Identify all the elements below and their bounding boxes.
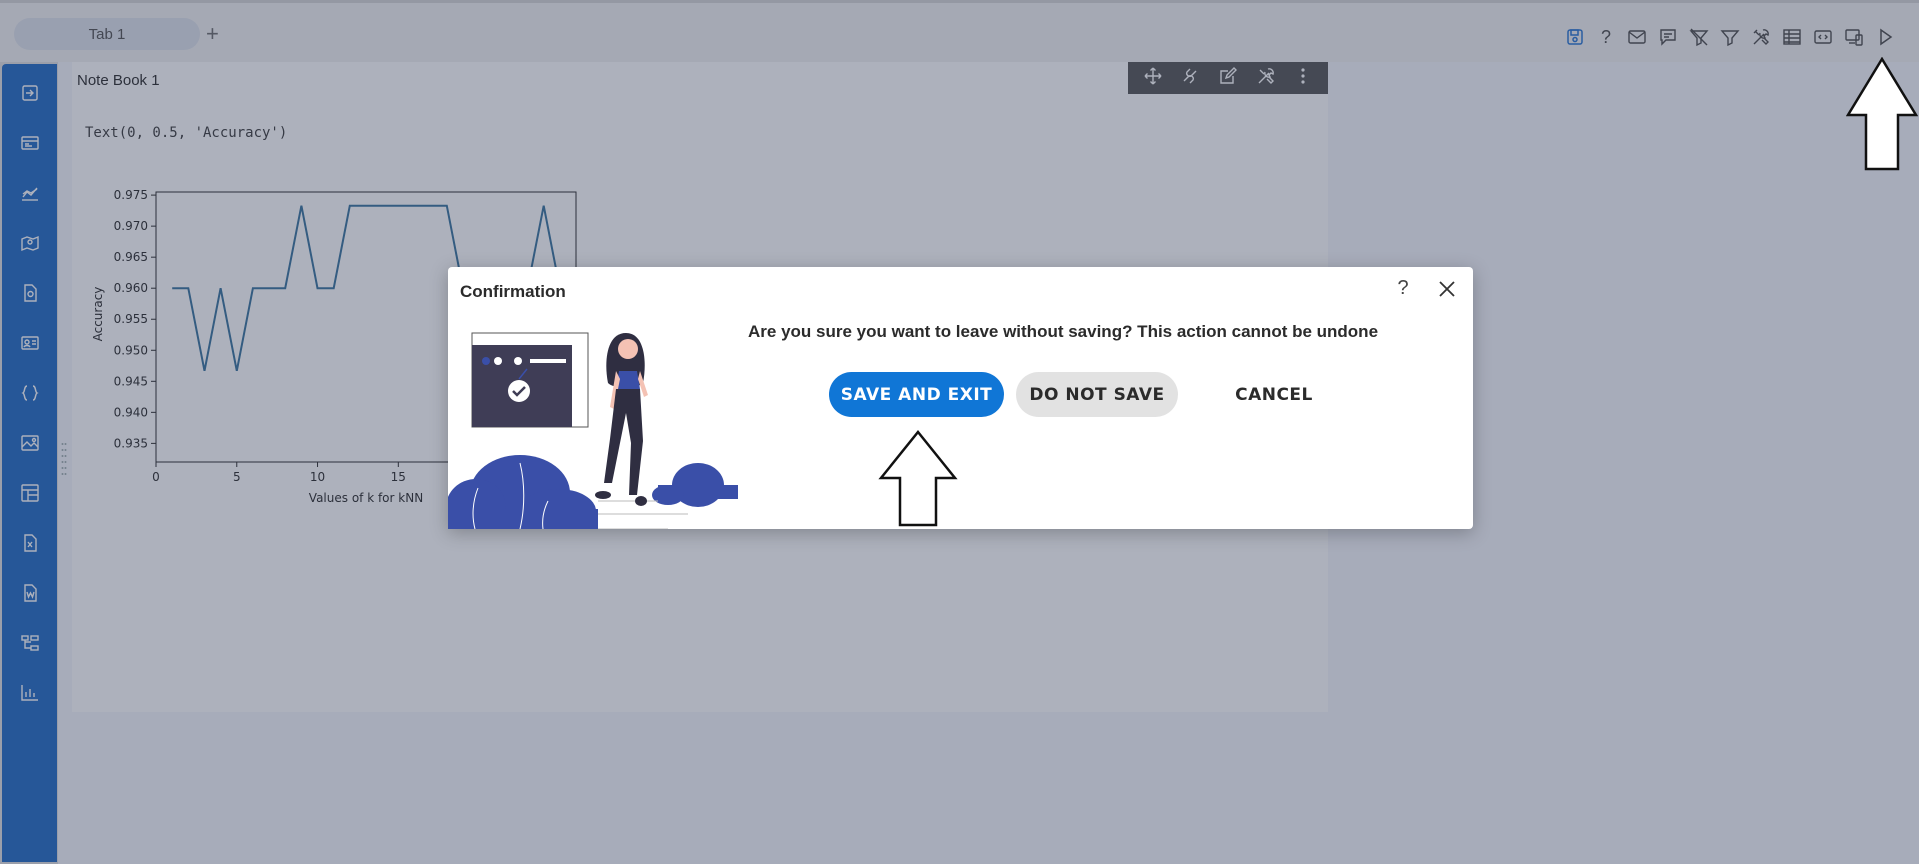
up-arrow-annotation-toolbar (1846, 57, 1918, 171)
save-and-exit-button[interactable]: SAVE AND EXIT (829, 372, 1004, 417)
dialog-message: Are you sure you want to leave without s… (748, 322, 1379, 341)
close-icon[interactable] (1435, 277, 1459, 301)
dialog-help-icon[interactable]: ? (1391, 277, 1415, 301)
dialog-title: Confirmation (460, 282, 566, 301)
woman-checklist-illustration (448, 332, 738, 529)
confirmation-dialog: Confirmation ? Are you sure you want to … (448, 267, 1473, 529)
up-arrow-annotation-save (878, 430, 958, 527)
cancel-button[interactable]: CANCEL (1208, 372, 1340, 417)
do-not-save-button[interactable]: DO NOT SAVE (1016, 372, 1178, 417)
